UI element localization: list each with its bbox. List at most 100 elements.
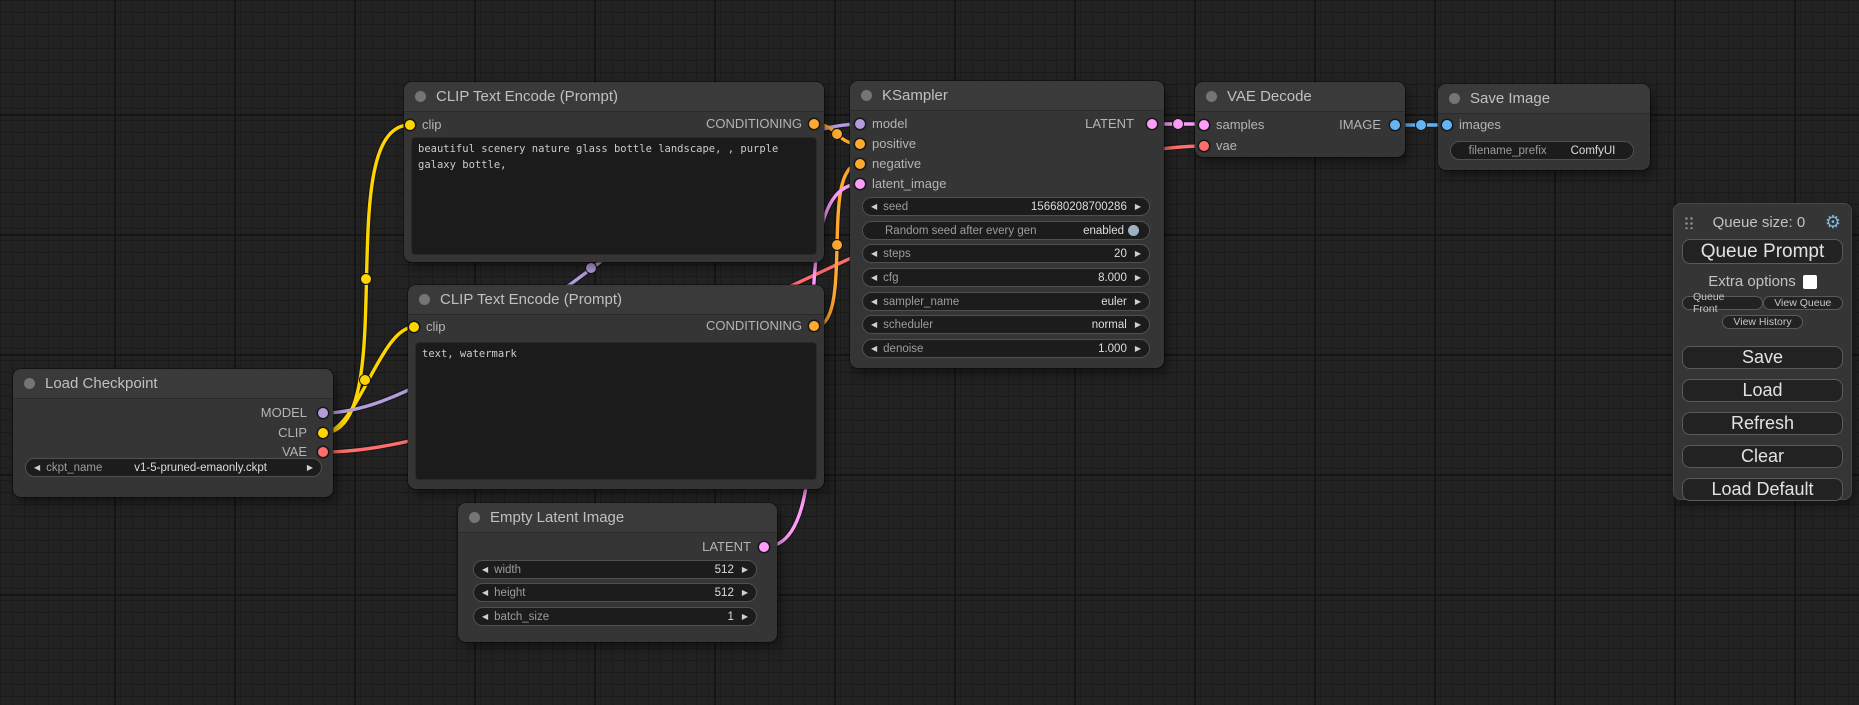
decrement-arrow-icon[interactable]: ◀ — [482, 589, 488, 597]
save-button[interactable]: Save — [1682, 346, 1843, 369]
width-widget[interactable]: ◀ width 512 ▶ — [473, 560, 757, 579]
node-collapse-dot[interactable] — [1206, 91, 1217, 102]
node-save-image[interactable]: Save Image images filename_prefix ComfyU… — [1438, 84, 1650, 170]
node-collapse-dot[interactable] — [415, 91, 426, 102]
drag-handle-icon[interactable] — [1684, 215, 1693, 229]
increment-arrow-icon[interactable]: ▶ — [307, 464, 313, 472]
node-title: Load Checkpoint — [45, 375, 158, 392]
widget-value: v1-5-pruned-emaonly.ckpt — [102, 462, 298, 474]
widget-value: 512 — [526, 587, 734, 599]
output-dot-image[interactable] — [1390, 120, 1400, 130]
widget-value: 156680208700286 — [908, 201, 1127, 213]
input-label-clip: clip — [422, 117, 442, 132]
node-collapse-dot[interactable] — [1449, 93, 1460, 104]
widget-value: 1 — [549, 611, 734, 623]
link-midpoint-dot — [360, 375, 371, 386]
filename-prefix-widget[interactable]: filename_prefix ComfyUI — [1450, 141, 1634, 160]
widget-value: normal — [933, 319, 1127, 331]
decrement-arrow-icon[interactable]: ◀ — [871, 345, 877, 353]
decrement-arrow-icon[interactable]: ◀ — [482, 566, 488, 574]
input-dot-samples[interactable] — [1199, 120, 1209, 130]
scheduler-widget[interactable]: ◀ scheduler normal ▶ — [862, 315, 1150, 334]
cfg-widget[interactable]: ◀ cfg 8.000 ▶ — [862, 268, 1150, 287]
output-dot-model[interactable] — [318, 408, 328, 418]
widget-name: filename_prefix — [1469, 145, 1547, 157]
sampler-name-widget[interactable]: ◀ sampler_name euler ▶ — [862, 292, 1150, 311]
node-collapse-dot[interactable] — [469, 512, 480, 523]
view-queue-button[interactable]: View Queue — [1763, 296, 1844, 310]
increment-arrow-icon[interactable]: ▶ — [1135, 250, 1141, 258]
input-label-positive: positive — [872, 136, 916, 151]
output-dot-conditioning[interactable] — [809, 119, 819, 129]
input-dot-positive[interactable] — [855, 139, 865, 149]
decrement-arrow-icon[interactable]: ◀ — [871, 203, 877, 211]
input-label-negative: negative — [872, 156, 921, 171]
node-load-checkpoint[interactable]: Load Checkpoint MODEL CLIP VAE ◀ ckpt_na… — [13, 369, 333, 497]
output-dot-conditioning[interactable] — [809, 321, 819, 331]
increment-arrow-icon[interactable]: ▶ — [742, 589, 748, 597]
decrement-arrow-icon[interactable]: ◀ — [871, 250, 877, 258]
decrement-arrow-icon[interactable]: ◀ — [871, 321, 877, 329]
widget-name: denoise — [883, 343, 923, 355]
increment-arrow-icon[interactable]: ▶ — [1135, 203, 1141, 211]
toggle-indicator-icon[interactable] — [1128, 225, 1139, 236]
increment-arrow-icon[interactable]: ▶ — [1135, 298, 1141, 306]
increment-arrow-icon[interactable]: ▶ — [742, 613, 748, 621]
extra-options-checkbox[interactable] — [1803, 275, 1817, 289]
widget-value: enabled — [1037, 225, 1124, 237]
refresh-button[interactable]: Refresh — [1682, 412, 1843, 435]
decrement-arrow-icon[interactable]: ◀ — [871, 274, 877, 282]
input-dot-clip[interactable] — [409, 322, 419, 332]
load-button[interactable]: Load — [1682, 379, 1843, 402]
prompt-textarea[interactable]: beautiful scenery nature glass bottle la… — [411, 137, 817, 255]
output-dot-latent[interactable] — [1147, 119, 1157, 129]
batch-size-widget[interactable]: ◀ batch_size 1 ▶ — [473, 607, 757, 626]
view-history-button[interactable]: View History — [1722, 315, 1802, 329]
height-widget[interactable]: ◀ height 512 ▶ — [473, 583, 757, 602]
steps-widget[interactable]: ◀ steps 20 ▶ — [862, 244, 1150, 263]
node-collapse-dot[interactable] — [24, 378, 35, 389]
gear-icon[interactable]: ⚙ — [1825, 213, 1841, 231]
decrement-arrow-icon[interactable]: ◀ — [482, 613, 488, 621]
input-dot-images[interactable] — [1442, 120, 1452, 130]
node-empty-latent-image[interactable]: Empty Latent Image LATENT ◀ width 512 ▶ … — [458, 503, 777, 642]
decrement-arrow-icon[interactable]: ◀ — [34, 464, 40, 472]
node-collapse-dot[interactable] — [419, 294, 430, 305]
widget-name: ckpt_name — [46, 462, 102, 474]
node-graph-canvas[interactable]: Load Checkpoint MODEL CLIP VAE ◀ ckpt_na… — [0, 0, 1859, 705]
input-dot-vae[interactable] — [1199, 141, 1209, 151]
ckpt-name-widget[interactable]: ◀ ckpt_name v1-5-pruned-emaonly.ckpt ▶ — [25, 458, 322, 477]
increment-arrow-icon[interactable]: ▶ — [742, 566, 748, 574]
input-dot-model[interactable] — [855, 119, 865, 129]
output-dot-vae[interactable] — [318, 447, 328, 457]
increment-arrow-icon[interactable]: ▶ — [1135, 345, 1141, 353]
node-collapse-dot[interactable] — [861, 90, 872, 101]
seed-widget[interactable]: ◀ seed 156680208700286 ▶ — [862, 197, 1150, 216]
queue-prompt-button[interactable]: Queue Prompt — [1682, 239, 1843, 264]
queue-front-button[interactable]: Queue Front — [1682, 296, 1763, 310]
node-clip-text-encode-negative[interactable]: CLIP Text Encode (Prompt) clip CONDITION… — [408, 285, 824, 489]
widget-name: steps — [883, 248, 911, 260]
widget-name: height — [494, 587, 525, 599]
increment-arrow-icon[interactable]: ▶ — [1135, 321, 1141, 329]
node-ksampler[interactable]: KSampler model positive negative latent_… — [850, 81, 1164, 368]
decrement-arrow-icon[interactable]: ◀ — [871, 298, 877, 306]
increment-arrow-icon[interactable]: ▶ — [1135, 274, 1141, 282]
output-dot-latent[interactable] — [759, 542, 769, 552]
prompt-textarea[interactable]: text, watermark — [415, 342, 817, 480]
denoise-widget[interactable]: ◀ denoise 1.000 ▶ — [862, 339, 1150, 358]
input-dot-negative[interactable] — [855, 159, 865, 169]
output-label-vae: VAE — [282, 444, 307, 459]
node-clip-text-encode-positive[interactable]: CLIP Text Encode (Prompt) clip CONDITION… — [404, 82, 824, 262]
input-dot-latent-image[interactable] — [855, 179, 865, 189]
queue-panel: Queue size: 0 ⚙ Queue Prompt Extra optio… — [1673, 203, 1852, 500]
queue-size-label: Queue size: 0 — [1693, 214, 1825, 231]
widget-name: width — [494, 564, 521, 576]
node-vae-decode[interactable]: VAE Decode samples vae IMAGE — [1195, 82, 1405, 157]
clear-button[interactable]: Clear — [1682, 445, 1843, 468]
widget-name: scheduler — [883, 319, 933, 331]
input-dot-clip[interactable] — [405, 120, 415, 130]
output-dot-clip[interactable] — [318, 428, 328, 438]
load-default-button[interactable]: Load Default — [1682, 478, 1843, 501]
random-seed-toggle-widget[interactable]: Random seed after every gen enabled — [862, 221, 1150, 240]
